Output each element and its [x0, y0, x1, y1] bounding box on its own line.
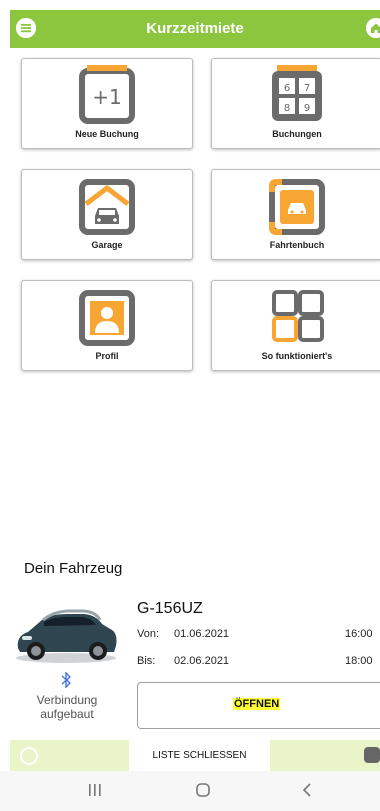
tile-label: Buchungen	[272, 129, 322, 139]
tile-label: Garage	[91, 240, 123, 250]
car-image	[10, 598, 122, 668]
logbook-car-icon	[269, 179, 325, 235]
back-icon[interactable]	[300, 781, 314, 799]
bluetooth-icon	[61, 672, 71, 688]
plus-one-icon: +1	[79, 65, 135, 124]
rental-to-row: Bis: 02.06.2021 18:00	[137, 655, 377, 669]
grid-number: 6	[284, 83, 290, 94]
page-title: Kurzzeitmiete	[146, 20, 244, 37]
system-nav-bar	[0, 771, 380, 811]
to-time: 18:00	[345, 655, 373, 667]
tile-logbook[interactable]: Fahrtenbuch	[211, 169, 380, 260]
to-date: 02.06.2021	[174, 655, 230, 667]
tile-label: Fahrtenbuch	[269, 240, 325, 250]
tile-bookings[interactable]: 6 7 8 9 Buchungen	[211, 58, 380, 149]
plus-one-text: +1	[92, 85, 121, 109]
home-nav-icon[interactable]	[194, 781, 212, 799]
vehicle-section-title: Dein Fahrzeug	[24, 560, 123, 577]
tile-profile[interactable]: Profil	[21, 280, 193, 371]
from-time: 16:00	[345, 628, 373, 640]
profile-icon	[79, 290, 135, 346]
to-label: Bis:	[137, 655, 156, 667]
home-button[interactable]	[366, 18, 380, 38]
license-plate: G-156UZ	[137, 600, 203, 617]
home-icon	[366, 18, 380, 38]
from-date: 01.06.2021	[174, 628, 230, 640]
app-screen: Kurzzeitmiete +1 Neue Buchung 6 7 8 9 Bu…	[0, 0, 380, 811]
close-list-button[interactable]: LISTE SCHLIESSEN	[129, 740, 270, 771]
open-vehicle-button[interactable]: ÖFFNEN	[137, 682, 380, 729]
grid-number: 8	[284, 103, 290, 114]
how-it-works-icon	[272, 290, 324, 342]
open-button-label: ÖFFNEN	[233, 698, 281, 710]
garage-icon	[79, 179, 135, 235]
tile-label: Profil	[95, 351, 119, 361]
grid-number: 7	[304, 83, 310, 94]
app-header: Kurzzeitmiete	[10, 10, 380, 48]
grid-number: 9	[304, 103, 310, 114]
bottom-bar: LISTE SCHLIESSEN	[10, 740, 380, 771]
rental-from-row: Von: 01.06.2021 16:00	[137, 628, 377, 642]
tile-label: Neue Buchung	[75, 129, 139, 139]
exit-icon[interactable]	[364, 747, 380, 763]
recent-apps-icon[interactable]	[88, 781, 102, 799]
tile-label: So funktioniert's	[261, 351, 333, 361]
tile-new-booking[interactable]: +1 Neue Buchung	[21, 58, 193, 149]
circle-arrow-icon[interactable]	[20, 747, 38, 765]
tile-how-it-works[interactable]: So funktioniert's	[211, 280, 380, 371]
connection-status: Verbindung aufgebaut	[36, 693, 98, 721]
from-label: Von:	[137, 628, 160, 640]
tile-garage[interactable]: Garage	[21, 169, 193, 260]
calendar-grid-icon: 6 7 8 9	[272, 65, 322, 121]
